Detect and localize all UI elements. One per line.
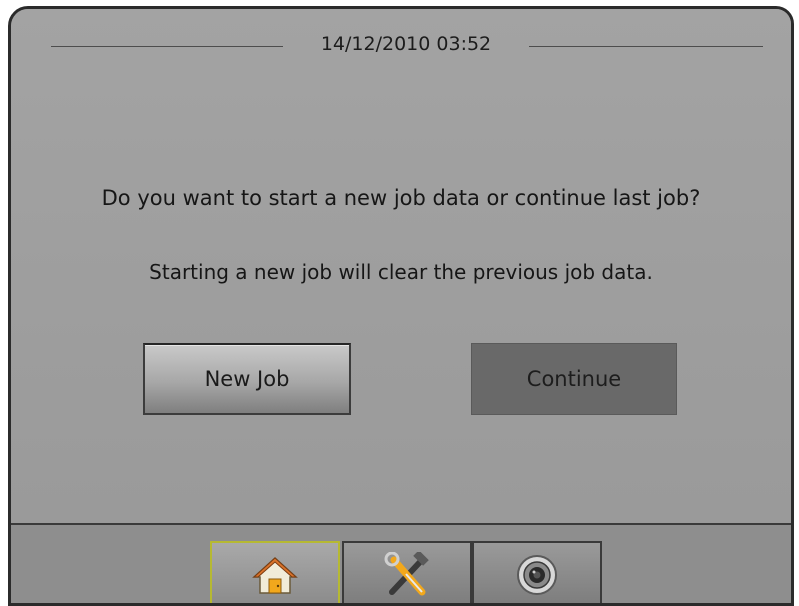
tools-icon — [382, 552, 432, 598]
nav-tab-tools[interactable] — [342, 541, 472, 603]
dialog-question: Do you want to start a new job data or c… — [101, 186, 701, 210]
dialog-note: Starting a new job will clear the previo… — [149, 260, 653, 284]
date-time-display: 14/12/2010 03:52 — [320, 33, 492, 55]
new-job-button[interactable]: New Job — [143, 343, 351, 415]
camera-icon — [515, 553, 559, 597]
device-frame: 14/12/2010 03:52 Do you want to start a … — [8, 6, 794, 606]
nav-tab-camera[interactable] — [472, 541, 602, 603]
title-rule-left — [51, 46, 283, 47]
nav-tab-home[interactable] — [210, 541, 340, 603]
continue-button[interactable]: Continue — [471, 343, 677, 415]
title-rule-right — [529, 46, 763, 47]
home-icon — [252, 555, 298, 595]
job-dialog-screen: 14/12/2010 03:52 Do you want to start a … — [11, 9, 791, 523]
bottom-nav-bar — [11, 525, 791, 603]
